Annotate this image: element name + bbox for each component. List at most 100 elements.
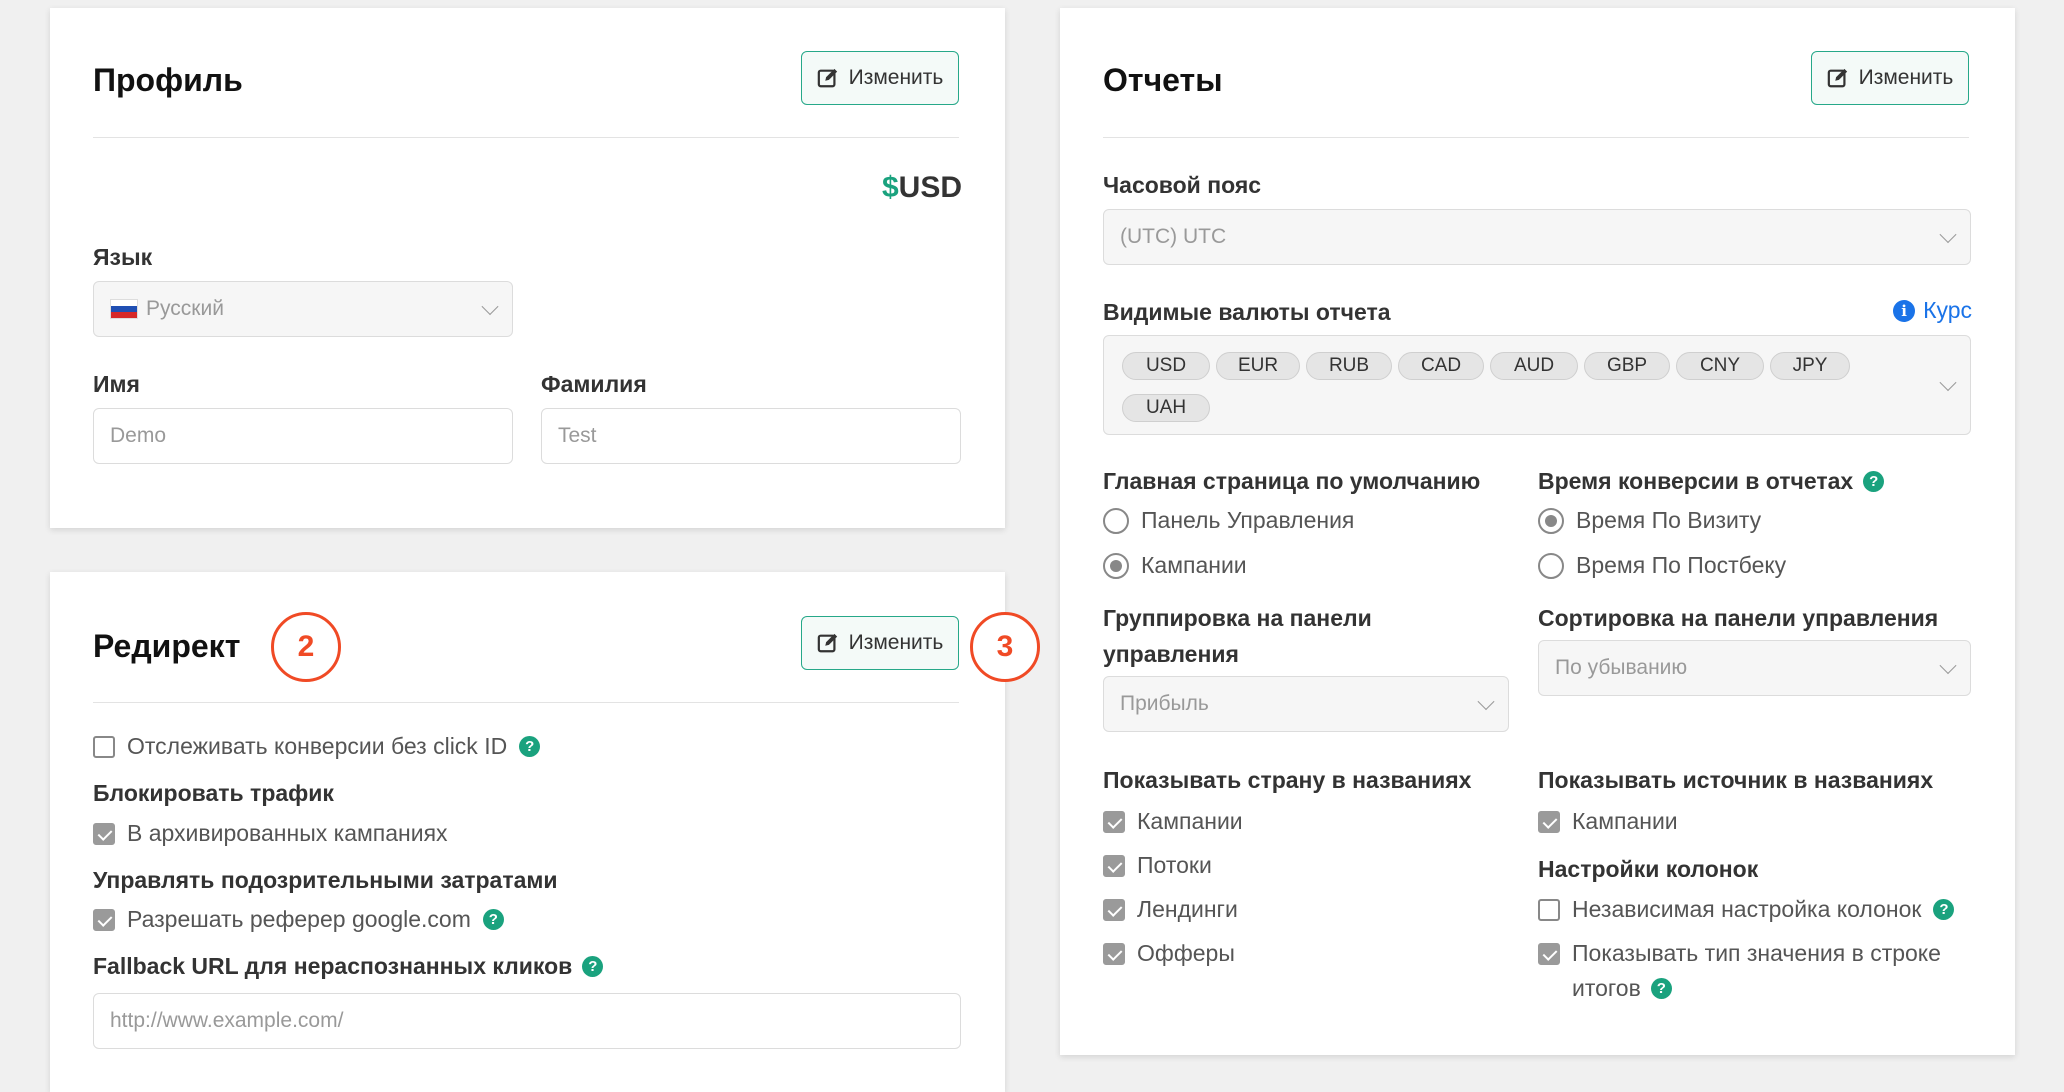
rate-link-label: Курс (1923, 297, 1972, 323)
value-type-label: Показывать тип значения в строке итогов … (1572, 936, 1941, 1006)
currency-chip[interactable]: USD (1122, 352, 1210, 380)
country-option[interactable]: Кампании (1103, 808, 1243, 835)
first-name-label: Имя (93, 371, 140, 397)
conversion-option-postback[interactable]: Время По Постбеку (1538, 552, 1786, 579)
currency-chip[interactable]: EUR (1216, 352, 1300, 380)
rate-link[interactable]: i Курс (1893, 297, 1972, 324)
source-option[interactable]: Кампании (1538, 808, 1678, 835)
track-conversions-label: Отслеживать конверсии без click ID (127, 733, 508, 759)
grouping-value: Прибыль (1120, 692, 1209, 715)
last-name-placeholder: Test (558, 424, 597, 447)
profile-edit-label: Изменить (848, 66, 944, 89)
timezone-select[interactable]: (UTC) UTC (1103, 209, 1971, 265)
show-country-label: Показывать страну в названиях (1103, 767, 1472, 793)
currencies-multiselect[interactable]: USD EUR RUB CAD AUD GBP CNY JPY UAH (1103, 335, 1971, 435)
home-option-campaigns[interactable]: Кампании (1103, 552, 1247, 579)
country-checkbox[interactable] (1103, 854, 1125, 877)
edit-icon (1827, 68, 1847, 88)
source-option-label: Кампании (1572, 808, 1678, 834)
allow-referrer-option[interactable]: Разрешать реферер google.com ? (93, 906, 504, 933)
language-select[interactable]: Русский (93, 281, 513, 337)
currency-symbol: $ (881, 171, 899, 204)
help-icon[interactable]: ? (1863, 471, 1885, 492)
last-name-label: Фамилия (541, 371, 647, 397)
show-source-label: Показывать источник в названиях (1538, 767, 1934, 793)
currencies-label: Видимые валюты отчета (1103, 299, 1391, 325)
first-name-field[interactable]: Demo (93, 408, 513, 464)
conversion-time-label: Время конверсии в отчетах ? (1538, 468, 1885, 495)
russia-flag-icon (110, 299, 138, 319)
currency-chip[interactable]: AUD (1490, 352, 1578, 380)
conversion-radio-visit[interactable] (1538, 507, 1564, 534)
grouping-label: Группировка на панели управления (1103, 600, 1372, 672)
allow-referrer-checkbox[interactable] (93, 908, 115, 931)
value-type-checkbox[interactable] (1538, 943, 1560, 965)
help-icon[interactable]: ? (582, 956, 604, 977)
chevron-down-icon (1939, 226, 1957, 244)
country-option[interactable]: Потоки (1103, 852, 1212, 879)
language-value: Русский (146, 297, 224, 320)
edit-icon (817, 68, 837, 88)
step-marker-2: 2 (271, 612, 341, 682)
currency-chip[interactable]: JPY (1770, 352, 1850, 380)
currency-chip[interactable]: CNY (1676, 352, 1764, 380)
chevron-down-icon (1477, 693, 1495, 711)
redirect-divider (93, 702, 959, 703)
redirect-edit-button[interactable]: Изменить (801, 616, 959, 670)
sorting-select[interactable]: По убыванию (1538, 640, 1971, 696)
language-label: Язык (93, 244, 153, 270)
country-option[interactable]: Офферы (1103, 940, 1235, 967)
value-type-label-line2: итогов (1572, 975, 1641, 1001)
chevron-down-icon (1939, 657, 1957, 675)
help-icon[interactable]: ? (1933, 899, 1955, 920)
help-icon[interactable]: ? (482, 909, 504, 930)
last-name-field[interactable]: Test (541, 408, 961, 464)
country-checkbox[interactable] (1103, 942, 1125, 965)
country-option[interactable]: Лендинги (1103, 896, 1238, 923)
allow-referrer-label: Разрешать реферер google.com (127, 906, 471, 932)
archived-campaigns-label: В архивированных кампаниях (127, 820, 448, 846)
archived-campaigns-checkbox[interactable] (93, 822, 115, 845)
sorting-label: Сортировка на панели управления (1538, 605, 1939, 631)
sorting-value: По убыванию (1555, 656, 1688, 679)
grouping-select[interactable]: Прибыль (1103, 676, 1509, 732)
country-checkbox[interactable] (1103, 810, 1125, 833)
conversion-option-label: Время По Постбеку (1576, 552, 1787, 578)
value-type-label-line1: Показывать тип значения в строке (1572, 940, 1941, 966)
track-conversions-checkbox[interactable] (93, 735, 115, 758)
independent-columns-option[interactable]: Независимая настройка колонок ? (1538, 896, 1955, 923)
help-icon[interactable]: ? (519, 736, 541, 757)
conversion-option-label: Время По Визиту (1576, 507, 1762, 533)
currency-code: USD (898, 171, 962, 204)
suspicious-costs-label: Управлять подозрительными затратами (93, 867, 558, 893)
profile-edit-button[interactable]: Изменить (801, 51, 959, 105)
help-icon[interactable]: ? (1650, 978, 1672, 999)
country-option-label: Кампании (1137, 808, 1243, 834)
currency-chip[interactable]: GBP (1584, 352, 1670, 380)
country-option-label: Потоки (1137, 852, 1212, 878)
independent-columns-label: Независимая настройка колонок (1572, 896, 1922, 922)
currency-chip[interactable]: CAD (1398, 352, 1484, 380)
grouping-label-line2: управления (1103, 641, 1239, 667)
archived-campaigns-option[interactable]: В архивированных кампаниях (93, 820, 448, 847)
track-conversions-option[interactable]: Отслеживать конверсии без click ID ? (93, 733, 541, 760)
value-type-label-line2-wrap: итогов ? (1572, 971, 1941, 1006)
edit-icon (817, 633, 837, 653)
home-option-dashboard[interactable]: Панель Управления (1103, 507, 1354, 534)
fallback-url-placeholder: http://www.example.com/ (110, 1009, 344, 1032)
home-option-label: Панель Управления (1141, 507, 1355, 533)
currency-chip[interactable]: UAH (1122, 394, 1210, 422)
conversion-radio-postback[interactable] (1538, 552, 1564, 579)
source-checkbox[interactable] (1538, 810, 1560, 833)
independent-columns-checkbox[interactable] (1538, 898, 1560, 921)
timezone-label: Часовой пояс (1103, 172, 1262, 198)
reports-title: Отчеты (1103, 62, 1223, 98)
country-checkbox[interactable] (1103, 898, 1125, 921)
home-radio-dashboard[interactable] (1103, 507, 1129, 534)
value-type-option[interactable]: Показывать тип значения в строке итогов … (1538, 940, 1941, 1006)
fallback-url-field[interactable]: http://www.example.com/ (93, 993, 961, 1049)
reports-edit-button[interactable]: Изменить (1811, 51, 1969, 105)
conversion-option-visit[interactable]: Время По Визиту (1538, 507, 1761, 534)
home-radio-campaigns[interactable] (1103, 552, 1129, 579)
currency-chip[interactable]: RUB (1306, 352, 1392, 380)
